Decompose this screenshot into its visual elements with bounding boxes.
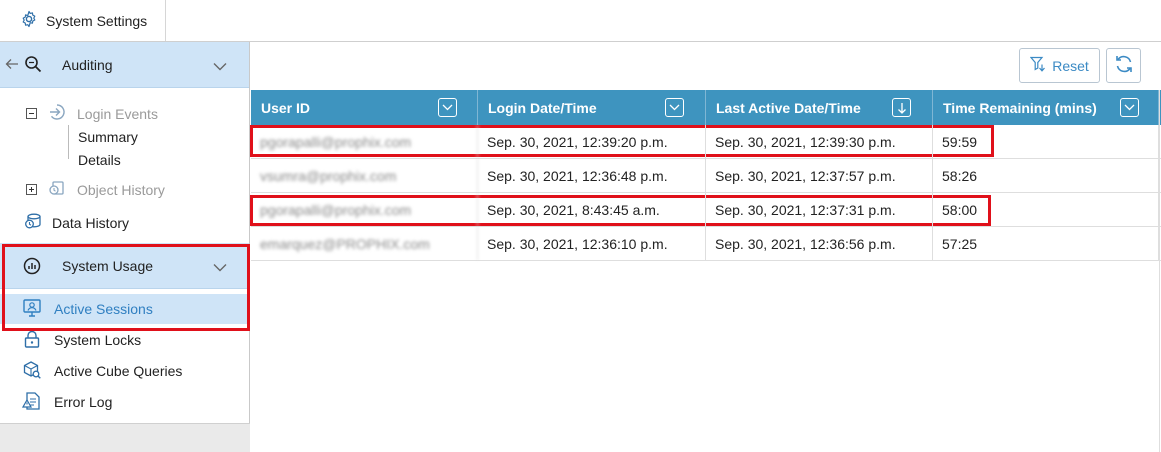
table-row[interactable]: vsumra@prophix.com Sep. 30, 2021, 12:36:… <box>251 159 1161 193</box>
table-row[interactable]: pgorapalli@prophix.com Sep. 30, 2021, 8:… <box>251 193 1161 227</box>
filter-reset-icon <box>1029 56 1048 75</box>
sidebar-footer <box>0 423 250 452</box>
sidebar-item-error-log[interactable]: Error Log <box>0 387 249 417</box>
system-settings-tab[interactable]: System Settings <box>0 0 166 41</box>
tree-item-data-history[interactable]: Data History <box>24 212 129 233</box>
page-title: System Settings <box>46 12 148 29</box>
time-remaining-cell: 57:25 <box>933 227 1159 260</box>
sidebar: Auditing Login Events Summary Details Ob… <box>0 42 250 452</box>
column-header-last-active[interactable]: Last Active Date/Time <box>706 90 933 125</box>
table-row[interactable]: emarquez@PROPHIX.com Sep. 30, 2021, 12:3… <box>251 227 1161 261</box>
last-active-cell: Sep. 30, 2021, 12:39:30 p.m. <box>706 125 933 158</box>
history-icon <box>48 179 66 200</box>
tree-item-summary[interactable]: Summary <box>78 129 138 145</box>
column-header-label: Login Date/Time <box>488 99 597 116</box>
time-remaining-cell: 58:26 <box>933 159 1159 192</box>
user-id-cell: emarquez@PROPHIX.com <box>251 227 478 260</box>
time-remaining-cell: 59:59 <box>933 125 1159 158</box>
column-header-login-date[interactable]: Login Date/Time <box>478 90 706 125</box>
sort-descending-icon[interactable] <box>892 98 911 117</box>
collapse-icon[interactable] <box>26 108 37 119</box>
grid-header: User ID Login Date/Time Last Active Date… <box>251 90 1161 125</box>
login-arrow-icon <box>48 103 66 124</box>
title-bar: System Settings <box>0 0 1161 42</box>
tree-connector <box>68 125 69 159</box>
column-menu-icon[interactable] <box>438 98 457 117</box>
sidebar-item-active-sessions[interactable]: Active Sessions <box>0 294 249 324</box>
cube-search-icon <box>22 360 42 383</box>
login-date-cell: Sep. 30, 2021, 12:36:48 p.m. <box>478 159 706 192</box>
lock-icon <box>22 329 42 352</box>
last-active-cell: Sep. 30, 2021, 12:37:57 p.m. <box>706 159 933 192</box>
reset-label: Reset <box>1052 57 1089 74</box>
usage-gauge-icon <box>23 257 41 278</box>
chevron-down-icon[interactable] <box>213 58 227 74</box>
tree-item-details[interactable]: Details <box>78 152 121 168</box>
expand-icon[interactable] <box>26 184 37 195</box>
back-arrow-icon[interactable] <box>5 57 19 74</box>
monitor-user-icon <box>22 298 42 321</box>
sidebar-item-label: Active Sessions <box>54 301 153 317</box>
reset-button[interactable]: Reset <box>1019 48 1100 83</box>
gear-icon <box>20 10 38 31</box>
user-id-cell: vsumra@prophix.com <box>251 159 478 192</box>
grid-right-border <box>1159 90 1160 452</box>
tree-item-label: Login Events <box>77 105 158 122</box>
system-usage-section-header[interactable]: System Usage <box>0 243 249 289</box>
refresh-button[interactable] <box>1106 48 1141 83</box>
column-menu-icon[interactable] <box>1120 98 1139 117</box>
table-row[interactable]: pgorapalli@prophix.com Sep. 30, 2021, 12… <box>251 125 1161 159</box>
user-id-cell: pgorapalli@prophix.com <box>251 193 478 226</box>
data-history-icon <box>24 212 42 233</box>
tree-item-label: Summary <box>78 129 138 145</box>
search-audit-icon <box>24 55 42 76</box>
login-date-cell: Sep. 30, 2021, 12:39:20 p.m. <box>478 125 706 158</box>
sidebar-item-label: Error Log <box>54 394 113 410</box>
user-id-cell: pgorapalli@prophix.com <box>251 125 478 158</box>
sidebar-item-label: Active Cube Queries <box>54 363 183 379</box>
auditing-section-header[interactable]: Auditing <box>0 42 249 88</box>
sidebar-item-label: System Locks <box>54 332 142 348</box>
login-date-cell: Sep. 30, 2021, 8:43:45 a.m. <box>478 193 706 226</box>
column-header-user-id[interactable]: User ID <box>251 90 478 125</box>
time-remaining-cell: 58:00 <box>933 193 1159 226</box>
last-active-cell: Sep. 30, 2021, 12:36:56 p.m. <box>706 227 933 260</box>
last-active-cell: Sep. 30, 2021, 12:37:31 p.m. <box>706 193 933 226</box>
system-usage-label: System Usage <box>62 258 154 274</box>
error-log-icon <box>21 391 42 414</box>
column-header-label: Last Active Date/Time <box>716 99 861 116</box>
column-header-time-remaining[interactable]: Time Remaining (mins) <box>933 90 1159 125</box>
column-header-label: Time Remaining (mins) <box>943 99 1097 116</box>
login-date-cell: Sep. 30, 2021, 12:36:10 p.m. <box>478 227 706 260</box>
tree-item-label: Data History <box>52 214 130 231</box>
tree-item-object-history[interactable]: Object History <box>26 179 165 200</box>
tree-item-label: Details <box>78 152 121 168</box>
column-header-label: User ID <box>261 99 311 116</box>
tree-item-login-events[interactable]: Login Events <box>26 103 158 124</box>
column-menu-icon[interactable] <box>665 98 684 117</box>
sidebar-item-system-locks[interactable]: System Locks <box>0 325 249 355</box>
tree-item-label: Object History <box>77 181 165 198</box>
auditing-label: Auditing <box>62 57 113 73</box>
sidebar-item-active-cube-queries[interactable]: Active Cube Queries <box>0 356 249 386</box>
chevron-down-icon[interactable] <box>213 259 227 275</box>
refresh-icon <box>1114 54 1134 77</box>
